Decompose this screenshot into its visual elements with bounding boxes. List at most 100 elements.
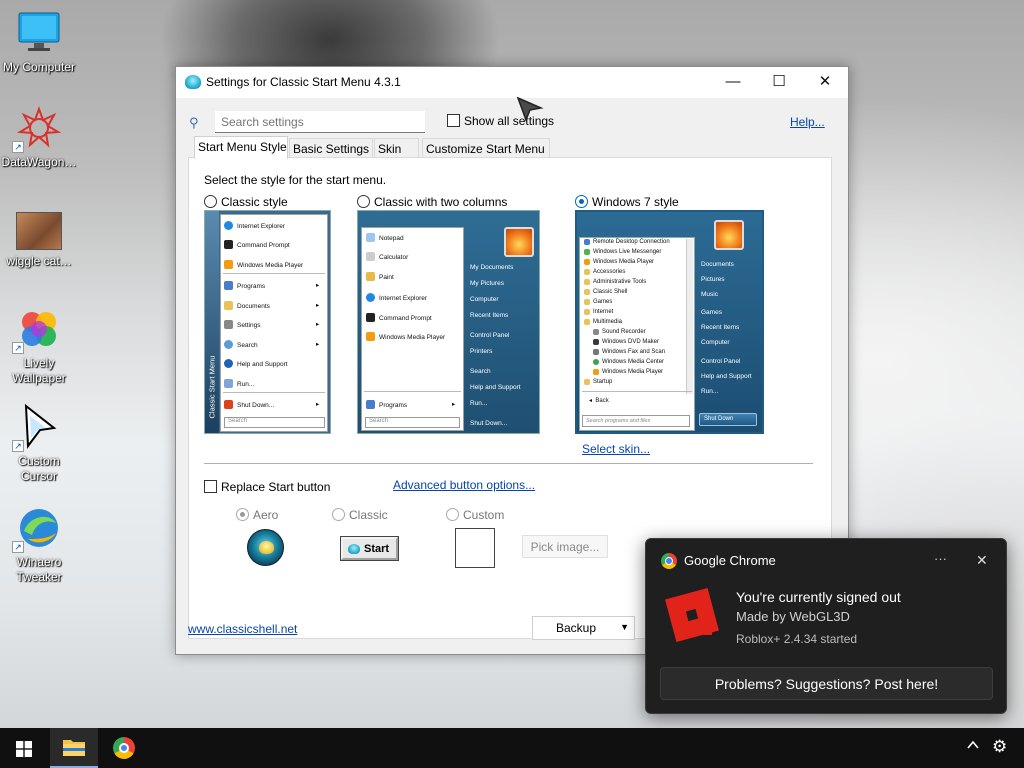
- tab-skin[interactable]: Skin: [374, 138, 419, 158]
- maximize-button[interactable]: ☐: [756, 67, 802, 98]
- replace-start-button-checkbox[interactable]: Replace Start button: [204, 480, 330, 494]
- chrome-notification[interactable]: Google Chrome ··· ✕ You're currently sig…: [645, 538, 1007, 714]
- preview-item: Shut Down... ▸: [224, 400, 319, 409]
- radio-classic-button[interactable]: Classic: [332, 508, 388, 522]
- close-button[interactable]: ✕: [802, 67, 848, 98]
- radio-aero[interactable]: Aero: [236, 508, 278, 522]
- radio-button[interactable]: [332, 508, 345, 521]
- tab-customize-start-menu[interactable]: Customize Start Menu: [422, 138, 550, 158]
- preview-item: Settings ▸: [224, 320, 319, 329]
- file-explorer-icon: [63, 740, 85, 756]
- preview-item: Run...: [224, 379, 254, 388]
- preview-item: Sound Recorder: [593, 329, 646, 335]
- start-icon: [16, 741, 32, 757]
- desktop-icon-label: Lively Wallpaper: [12, 356, 66, 385]
- shortcut-arrow-icon: ↗: [12, 541, 24, 553]
- classicshell-website-link[interactable]: www.classicshell.net: [188, 622, 297, 636]
- chrome-taskbar-button[interactable]: [100, 728, 148, 768]
- preview-item: Administrative Tools: [584, 279, 646, 285]
- toast-detail: Roblox+ 2.4.34 started: [736, 632, 858, 646]
- desktop-icon-wiggle-cat[interactable]: wiggle cat…: [0, 212, 78, 269]
- toast-title: You're currently signed out: [736, 589, 901, 605]
- radio-custom-button[interactable]: Custom: [446, 508, 504, 522]
- desktop-icon-my-computer[interactable]: My Computer: [0, 10, 78, 75]
- cursor-icon: ↗: [12, 403, 62, 452]
- more-options-icon[interactable]: ···: [934, 551, 947, 566]
- preview-item: ◂ Back: [589, 398, 609, 404]
- toast-subtitle: Made by WebGL3D: [736, 609, 850, 624]
- preview-item: Windows Media Player: [584, 259, 654, 265]
- chevron-up-icon[interactable]: [966, 738, 980, 755]
- windows7-style-preview[interactable]: Remote Desktop Connection Windows Live M…: [575, 210, 764, 434]
- help-link[interactable]: Help...: [790, 115, 825, 129]
- preview-search-box: Search: [365, 417, 460, 428]
- classic-shell-icon: [348, 544, 360, 554]
- select-skin-link[interactable]: Select skin...: [582, 442, 650, 456]
- two-column-style-preview[interactable]: Notepad Calculator Paint Internet Explor…: [357, 210, 540, 434]
- desktop-icon-label: Winaero Tweaker: [16, 555, 62, 584]
- minimize-button[interactable]: —: [710, 67, 756, 98]
- preview-item: Games: [584, 299, 612, 305]
- preview-item: Internet Explorer: [366, 293, 427, 302]
- preview-item: Remote Desktop Connection: [584, 239, 670, 245]
- title-bar[interactable]: Settings for Classic Start Menu 4.3.1 — …: [176, 67, 848, 98]
- preview-item: Help and Support: [224, 359, 288, 368]
- preview-item: Documents ▸: [224, 301, 319, 310]
- desktop-icon-custom-cursor[interactable]: ↗ Custom Cursor: [0, 403, 78, 484]
- radio-windows7-style[interactable]: Windows 7 style: [575, 195, 679, 209]
- custom-button-image-box: [455, 528, 495, 568]
- mouse-cursor-icon: [516, 96, 544, 125]
- radio-button[interactable]: [357, 195, 370, 208]
- preview-search-box: Search programs and files: [582, 415, 690, 427]
- checkbox-box[interactable]: [204, 480, 217, 493]
- classic-style-preview[interactable]: Classic Start Menu Internet Explorer Com…: [204, 210, 331, 434]
- preview-item: Programs ▸: [224, 281, 319, 290]
- pick-image-button[interactable]: Pick image...: [522, 535, 608, 558]
- preview-item: Search ▸: [224, 340, 319, 349]
- preview-item: Multimedia: [584, 319, 622, 325]
- preview-shutdown-button: Shut Down: [699, 413, 757, 426]
- preview-search-box: Search: [224, 417, 325, 428]
- checkbox-box[interactable]: [447, 114, 460, 127]
- chrome-icon: [113, 737, 135, 759]
- tab-basic-settings[interactable]: Basic Settings: [289, 138, 373, 158]
- desktop-icon-label: wiggle cat…: [6, 254, 72, 268]
- computer-icon: [16, 10, 62, 56]
- desktop-icon-datawagon[interactable]: ↗ DataWagon…: [0, 105, 78, 170]
- preview-item: Windows Media Player: [224, 260, 303, 269]
- desktop-icon-lively-wallpaper[interactable]: ↗ Lively Wallpaper: [0, 306, 78, 386]
- radio-classic-style[interactable]: Classic style: [204, 195, 288, 209]
- preview-item: Windows DVD Maker: [593, 339, 659, 345]
- roblox-logo-icon: [660, 583, 724, 647]
- radio-button[interactable]: [575, 195, 588, 208]
- radio-classic-two-columns[interactable]: Classic with two columns: [357, 195, 507, 209]
- start-button[interactable]: [0, 728, 48, 768]
- desktop-icon-winaero-tweaker[interactable]: ↗ Winaero Tweaker: [0, 505, 78, 585]
- advanced-button-options-link[interactable]: Advanced button options...: [393, 478, 535, 492]
- radio-button[interactable]: [446, 508, 459, 521]
- separator: [204, 463, 813, 464]
- tab-start-menu-style[interactable]: Start Menu Style: [194, 136, 288, 159]
- file-explorer-taskbar-button[interactable]: [50, 728, 98, 768]
- gear-icon[interactable]: ⚙: [992, 737, 1007, 757]
- preview-item: Calculator: [366, 252, 408, 261]
- toast-action-button[interactable]: Problems? Suggestions? Post here!: [660, 667, 993, 700]
- classic-shell-icon: [185, 75, 201, 89]
- preview-item: Paint: [366, 272, 394, 281]
- preview-item: Windows Fax and Scan: [593, 349, 665, 355]
- style-prompt: Select the style for the start menu.: [204, 173, 387, 187]
- datawagon-icon: ↗: [12, 105, 62, 153]
- backup-dropdown-button[interactable]: Backup ▼: [532, 616, 635, 640]
- radio-button[interactable]: [204, 195, 217, 208]
- preview-item: Windows Media Center: [593, 359, 664, 365]
- search-icon: ⚲: [189, 115, 199, 130]
- preview-item: Internet Explorer: [224, 221, 285, 230]
- replace-start-label: Replace Start button: [221, 480, 331, 494]
- radio-button[interactable]: [236, 508, 249, 521]
- toast-close-button[interactable]: ✕: [976, 552, 988, 569]
- shortcut-arrow-icon: ↗: [12, 141, 24, 153]
- dropdown-arrow-icon: ▼: [620, 622, 629, 632]
- toast-app-name: Google Chrome: [684, 553, 776, 568]
- preview-item: Startup: [584, 379, 612, 385]
- search-input[interactable]: [215, 111, 425, 133]
